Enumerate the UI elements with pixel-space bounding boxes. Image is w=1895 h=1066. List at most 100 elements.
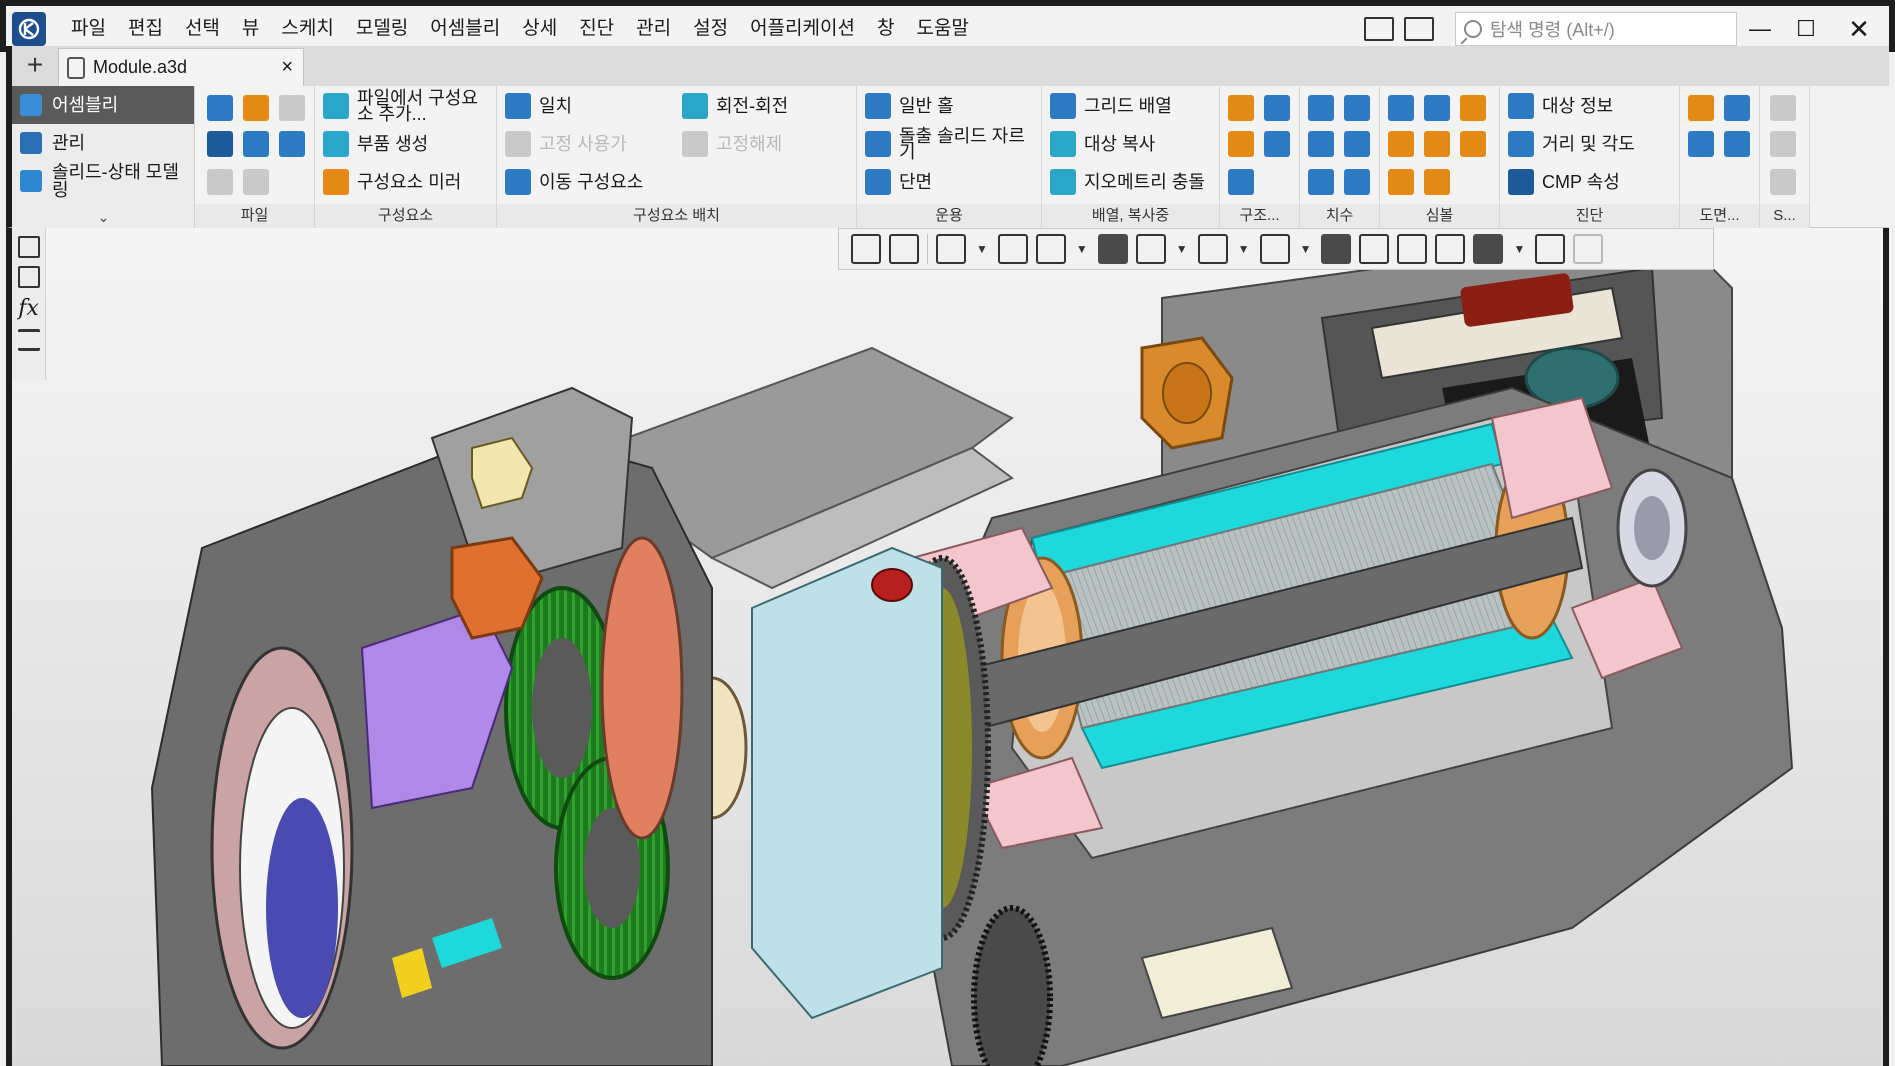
nav-item-solid-modeling[interactable]: 솔리드-상태 모델링: [12, 162, 194, 200]
symbol-tool-6-icon[interactable]: [1460, 131, 1486, 157]
geometry-collision-button[interactable]: 지오메트리 충돌: [1050, 164, 1205, 200]
orientation-dropdown-chevron-icon[interactable]: ▼: [1076, 242, 1088, 256]
extrude-cut-button[interactable]: 돌출 솔리드 자르기: [865, 126, 1039, 162]
variables-fx-icon[interactable]: fx: [12, 296, 45, 321]
drawing-tool-3-icon[interactable]: [1688, 131, 1714, 157]
print-icon[interactable]: [207, 131, 233, 157]
symbol-tool-2-icon[interactable]: [1424, 95, 1450, 121]
filter-icon[interactable]: [1473, 234, 1504, 264]
display-dropdown-chevron-icon[interactable]: ▼: [1176, 242, 1188, 256]
panel-layout-icon[interactable]: [1364, 17, 1394, 41]
copy-object-button[interactable]: 대상 복사: [1050, 126, 1155, 162]
grid-array-button[interactable]: 그리드 배열: [1050, 88, 1172, 124]
customize-icon[interactable]: [1404, 17, 1434, 41]
shaded-mode-icon[interactable]: [1097, 234, 1128, 264]
menu-diagnostics[interactable]: 진단: [568, 9, 625, 49]
structure-tool-1-icon[interactable]: [1228, 95, 1254, 121]
view-from-normal-icon[interactable]: [889, 234, 919, 264]
zoom-dropdown-chevron-icon[interactable]: ▼: [976, 242, 988, 256]
hide-icon[interactable]: [1197, 234, 1228, 264]
symbol-tool-8-icon[interactable]: [1424, 169, 1450, 195]
nav-item-assembly[interactable]: 어셈블리: [12, 86, 194, 124]
menu-select[interactable]: 선택: [174, 9, 231, 49]
menu-manage[interactable]: 관리: [625, 9, 682, 49]
structure-tool-5-icon[interactable]: [1228, 169, 1254, 195]
filter-dropdown-chevron-icon[interactable]: ▼: [1513, 242, 1525, 256]
menu-settings[interactable]: 설정: [682, 9, 739, 49]
open-file-icon[interactable]: [243, 95, 269, 121]
fix-use-button[interactable]: 고정 사용가: [505, 126, 627, 162]
drawing-tool-4-icon[interactable]: [1724, 131, 1750, 157]
s-tool-3-icon[interactable]: [1770, 169, 1796, 195]
distance-angle-button[interactable]: 거리 및 각도: [1508, 126, 1635, 162]
hide-dropdown-chevron-icon[interactable]: ▼: [1238, 242, 1250, 256]
symbol-tool-7-icon[interactable]: [1388, 169, 1414, 195]
dimension-tool-3-icon[interactable]: [1308, 131, 1334, 157]
symbol-tool-5-icon[interactable]: [1424, 131, 1450, 157]
symbol-tool-1-icon[interactable]: [1388, 95, 1414, 121]
cmp-properties-button[interactable]: CMP 속성: [1508, 164, 1620, 200]
dimension-tool-1-icon[interactable]: [1308, 95, 1334, 121]
3d-viewport[interactable]: [6, 228, 1889, 1066]
structure-tool-4-icon[interactable]: [1264, 131, 1290, 157]
menu-applications[interactable]: 어플리케이션: [739, 9, 866, 49]
menu-lines-icon[interactable]: [17, 329, 40, 351]
drawing-tool-2-icon[interactable]: [1724, 95, 1750, 121]
properties-list-icon[interactable]: [17, 266, 40, 288]
move-component-button[interactable]: 이동 구성요소: [505, 164, 643, 200]
structure-tool-2-icon[interactable]: [1264, 95, 1290, 121]
edit-pencil-icon[interactable]: [1573, 234, 1604, 264]
structure-tool-3-icon[interactable]: [1228, 131, 1254, 157]
undo-icon[interactable]: [207, 169, 233, 195]
menu-modeling[interactable]: 모델링: [345, 9, 419, 49]
dimension-tool-5-icon[interactable]: [1308, 169, 1334, 195]
symbol-tool-3-icon[interactable]: [1460, 95, 1486, 121]
drawing-tool-1-icon[interactable]: [1688, 95, 1714, 121]
visibility-dropdown-chevron-icon[interactable]: ▼: [1300, 242, 1312, 256]
wireframe-mode-icon[interactable]: [1135, 234, 1166, 264]
assembly-model-render[interactable]: [12, 228, 1889, 1066]
save-as-icon[interactable]: [279, 131, 305, 157]
menu-assembly[interactable]: 어셈블리: [419, 9, 511, 49]
new-document-button[interactable]: +: [18, 49, 52, 83]
coincide-button[interactable]: 일치: [505, 88, 572, 124]
dimension-tool-6-icon[interactable]: [1344, 169, 1370, 195]
zoom-icon[interactable]: [936, 234, 966, 264]
model-tree-icon[interactable]: [17, 236, 40, 258]
report-icon[interactable]: [1535, 234, 1566, 264]
nav-item-manage[interactable]: 관리: [12, 124, 194, 162]
display-settings-icon[interactable]: [1435, 234, 1466, 264]
menu-view[interactable]: 뷰: [231, 9, 270, 49]
add-from-file-button[interactable]: 파일에서 구성요소 추가...: [323, 88, 493, 124]
menu-edit[interactable]: 편집: [117, 9, 174, 49]
unfix-button[interactable]: 고정해제: [682, 126, 782, 162]
menu-detail[interactable]: 상세: [511, 9, 568, 49]
s-tool-1-icon[interactable]: [1770, 95, 1796, 121]
sketch-orient-icon[interactable]: [851, 234, 881, 264]
document-tab[interactable]: Module.a3d ×: [58, 48, 304, 86]
layers-icon[interactable]: [1397, 234, 1428, 264]
dimension-tool-2-icon[interactable]: [1344, 95, 1370, 121]
mirror-component-button[interactable]: 구성요소 미러: [323, 164, 461, 200]
preview-icon[interactable]: [243, 131, 269, 157]
section-button[interactable]: 단면: [865, 164, 932, 200]
command-search-input[interactable]: 탐색 명령 (Alt+/): [1455, 12, 1737, 46]
dimension-tool-4-icon[interactable]: [1344, 131, 1370, 157]
menu-help[interactable]: 도움말: [905, 9, 979, 49]
pan-icon[interactable]: [997, 234, 1028, 264]
save-icon[interactable]: [279, 95, 305, 121]
new-file-icon[interactable]: [207, 95, 233, 121]
simple-hole-button[interactable]: 일반 홀: [865, 88, 954, 124]
object-info-button[interactable]: 대상 정보: [1508, 88, 1613, 124]
symbol-tool-4-icon[interactable]: [1388, 131, 1414, 157]
kompas-logo-icon[interactable]: [12, 12, 46, 46]
s-tool-2-icon[interactable]: [1770, 131, 1796, 157]
section-view-icon[interactable]: [1321, 234, 1352, 264]
redo-icon[interactable]: [243, 169, 269, 195]
visibility-icon[interactable]: [1259, 234, 1290, 264]
expand-nav-button[interactable]: ⌄: [12, 209, 195, 226]
close-tab-button[interactable]: ×: [281, 56, 293, 79]
menu-window[interactable]: 창: [866, 9, 905, 49]
rotate-rotate-button[interactable]: 회전-회전: [682, 88, 788, 124]
menu-file[interactable]: 파일: [60, 9, 117, 49]
